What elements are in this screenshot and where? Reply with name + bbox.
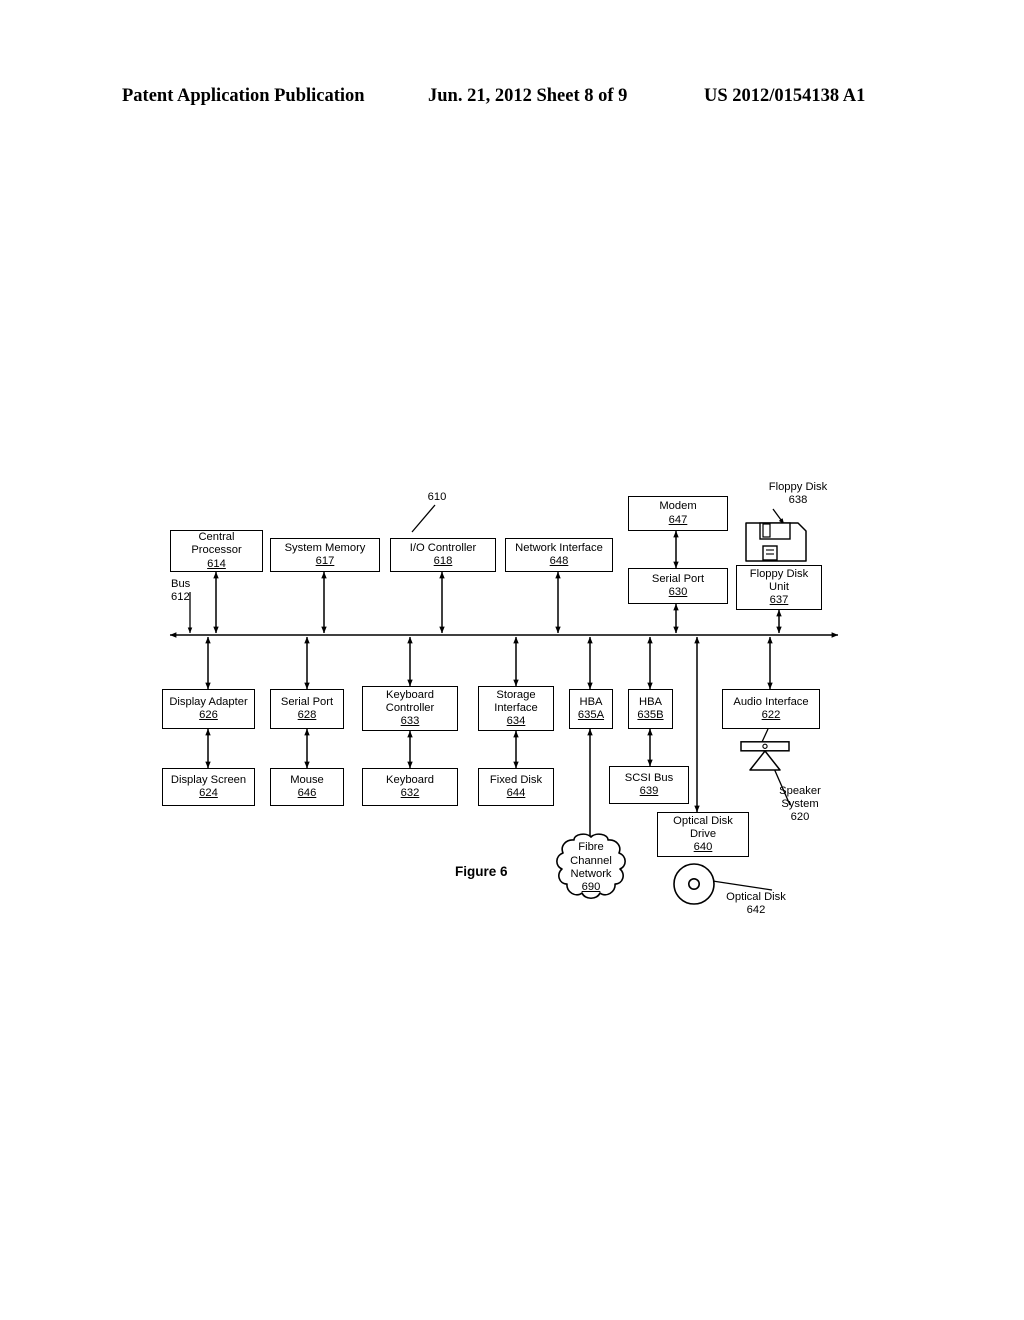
node-scsi-bus-ref: 639 bbox=[639, 785, 659, 797]
node-network-interface-title: Network Interface bbox=[515, 541, 603, 554]
node-keyboard-controller-ref: 633 bbox=[400, 715, 420, 728]
node-storage-interface-ref: 634 bbox=[506, 715, 526, 728]
node-optical-disk-drive-ref: 640 bbox=[693, 841, 713, 854]
node-display-screen[interactable]: Display Screen 624 bbox=[162, 768, 255, 806]
node-display-adapter-ref: 626 bbox=[199, 709, 218, 721]
system-reference-610: 610 bbox=[427, 491, 447, 503]
node-keyboard-controller[interactable]: Keyboard Controller 633 bbox=[362, 686, 458, 731]
node-serial-port-628[interactable]: Serial Port 628 bbox=[270, 689, 344, 729]
fibre-channel-network-label: Fibre Channel Network 690 bbox=[570, 841, 612, 895]
node-hba-635a-title: HBA bbox=[579, 695, 603, 708]
node-floppy-disk-unit[interactable]: Floppy Disk Unit 637 bbox=[736, 565, 822, 610]
node-storage-interface-title: Storage Interface bbox=[494, 688, 538, 714]
node-system-memory[interactable]: System Memory 617 bbox=[270, 538, 380, 572]
node-floppy-disk-unit-title: Floppy Disk Unit bbox=[749, 567, 809, 593]
node-system-memory-title: System Memory bbox=[284, 541, 366, 554]
node-io-controller-title: I/O Controller bbox=[409, 541, 477, 554]
callout-optical-disk-title: Optical Disk bbox=[726, 891, 786, 903]
node-serial-port-628-title: Serial Port bbox=[280, 695, 334, 708]
speaker-icon bbox=[737, 741, 793, 773]
node-mouse-ref: 646 bbox=[297, 787, 317, 799]
callout-optical-disk-ref: 642 bbox=[746, 904, 766, 917]
node-hba-635b-title: HBA bbox=[638, 695, 662, 708]
node-io-controller[interactable]: I/O Controller 618 bbox=[390, 538, 496, 572]
figure-caption: Figure 6 bbox=[455, 864, 508, 879]
node-io-controller-ref: 618 bbox=[433, 555, 453, 567]
node-network-interface-ref: 648 bbox=[549, 555, 569, 567]
callout-speaker-system-ref: 620 bbox=[790, 811, 810, 824]
node-keyboard-controller-title: Keyboard Controller bbox=[385, 688, 435, 714]
node-hba-635a[interactable]: HBA 635A bbox=[569, 689, 613, 729]
connector-lines bbox=[169, 504, 839, 891]
node-fixed-disk-ref: 644 bbox=[506, 787, 526, 799]
node-modem-title: Modem bbox=[659, 500, 697, 513]
node-keyboard[interactable]: Keyboard 632 bbox=[362, 768, 458, 806]
node-hba-635a-ref: 635A bbox=[577, 709, 605, 721]
node-optical-disk-drive[interactable]: Optical Disk Drive 640 bbox=[657, 812, 749, 857]
callout-floppy-disk-ref: 638 bbox=[788, 494, 808, 507]
node-central-processor-title: Central Processor bbox=[191, 531, 242, 557]
node-scsi-bus-title: SCSI Bus bbox=[624, 771, 674, 784]
bus-ref: 612 bbox=[171, 591, 190, 604]
node-network-interface[interactable]: Network Interface 648 bbox=[505, 538, 613, 572]
node-serial-port-630-ref: 630 bbox=[668, 586, 688, 598]
fibre-channel-network-ref: 690 bbox=[581, 881, 601, 894]
node-display-screen-ref: 624 bbox=[199, 787, 218, 799]
node-hba-635b[interactable]: HBA 635B bbox=[628, 689, 673, 729]
node-central-processor[interactable]: Central Processor 614 bbox=[170, 530, 263, 572]
node-storage-interface[interactable]: Storage Interface 634 bbox=[478, 686, 554, 731]
node-optical-disk-drive-title: Optical Disk Drive bbox=[673, 814, 733, 840]
node-central-processor-ref: 614 bbox=[207, 557, 226, 570]
node-display-screen-title: Display Screen bbox=[170, 773, 247, 786]
node-serial-port-630[interactable]: Serial Port 630 bbox=[628, 568, 728, 604]
node-fixed-disk-title: Fixed Disk bbox=[489, 773, 543, 786]
node-scsi-bus[interactable]: SCSI Bus 639 bbox=[609, 766, 689, 804]
node-hba-635b-ref: 635B bbox=[637, 709, 664, 721]
node-serial-port-628-ref: 628 bbox=[297, 709, 317, 721]
node-audio-interface-title: Audio Interface bbox=[733, 695, 809, 708]
node-mouse-title: Mouse bbox=[290, 773, 324, 786]
node-audio-interface[interactable]: Audio Interface 622 bbox=[722, 689, 820, 729]
node-keyboard-ref: 632 bbox=[400, 787, 420, 799]
node-display-adapter[interactable]: Display Adapter 626 bbox=[162, 689, 255, 729]
node-system-memory-ref: 617 bbox=[315, 555, 335, 567]
figure-6-block-diagram: 610 Bus 612 Central Processor 614 System … bbox=[0, 0, 1024, 1320]
node-modem[interactable]: Modem 647 bbox=[628, 496, 728, 531]
callout-speaker-system-title: Speaker System bbox=[779, 785, 821, 811]
callout-optical-disk: Optical Disk 642 bbox=[708, 891, 804, 917]
bus-label-text: Bus bbox=[171, 578, 191, 590]
node-keyboard-title: Keyboard bbox=[386, 773, 434, 786]
callout-floppy-disk-title: Floppy Disk bbox=[768, 481, 828, 493]
node-fibre-channel-network[interactable]: Fibre Channel Network 690 bbox=[550, 832, 632, 904]
node-modem-ref: 647 bbox=[668, 513, 688, 526]
fibre-channel-network-title: Fibre Channel Network bbox=[570, 841, 612, 880]
node-floppy-disk-unit-ref: 637 bbox=[769, 594, 789, 607]
node-mouse[interactable]: Mouse 646 bbox=[270, 768, 344, 806]
callout-speaker-system: Speaker System 620 bbox=[748, 785, 852, 825]
floppy-disk-icon bbox=[744, 521, 808, 563]
node-audio-interface-ref: 622 bbox=[761, 709, 781, 721]
bus-label: Bus 612 bbox=[171, 578, 221, 604]
node-display-adapter-title: Display Adapter bbox=[169, 695, 248, 708]
callout-floppy-disk: Floppy Disk 638 bbox=[744, 481, 852, 507]
node-fixed-disk[interactable]: Fixed Disk 644 bbox=[478, 768, 554, 806]
node-serial-port-630-title: Serial Port bbox=[651, 572, 705, 585]
